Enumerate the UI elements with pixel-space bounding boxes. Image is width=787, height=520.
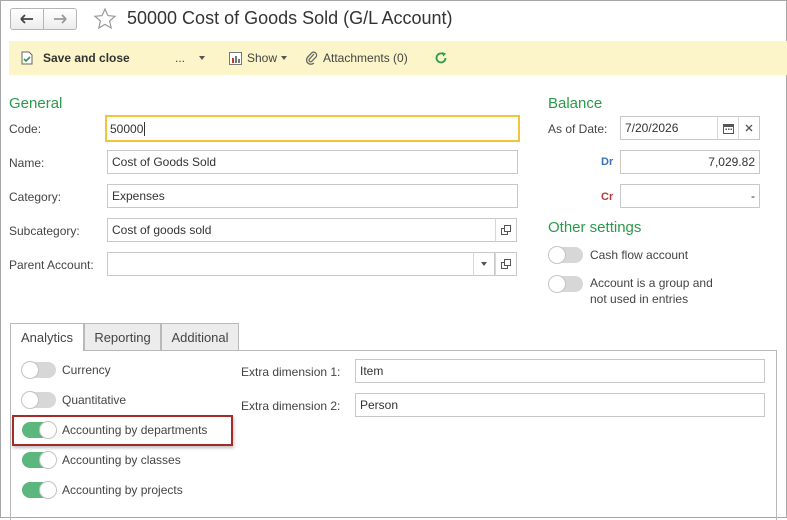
paperclip-icon (306, 51, 318, 65)
chevron-down-icon (199, 56, 206, 60)
accounting-by-classes-toggle[interactable] (22, 451, 57, 469)
as-of-date-input[interactable]: 7/20/2026 (620, 116, 718, 140)
chevron-down-icon (481, 262, 487, 266)
debit-label: Dr (601, 156, 614, 168)
report-chart-icon (229, 51, 242, 65)
cash-flow-toggle[interactable] (548, 246, 583, 264)
tab-analytics[interactable]: Analytics (10, 323, 84, 351)
extra-dimension-2-input[interactable]: Person (355, 393, 765, 417)
currency-toggle[interactable] (21, 361, 56, 379)
parent-account-label: Parent Account: (9, 258, 94, 272)
subcategory-label: Subcategory: (9, 224, 80, 238)
more-actions-button[interactable]: ... (175, 41, 206, 75)
arrow-right-icon (54, 14, 67, 24)
arrow-left-icon (20, 14, 33, 24)
debit-balance-field: 7,029.82 (620, 150, 760, 174)
toggle-knob (548, 275, 566, 293)
toggle-knob (21, 361, 39, 379)
open-window-icon (501, 225, 511, 235)
name-input[interactable]: Cost of Goods Sold (107, 150, 518, 174)
tab-additional[interactable]: Additional (161, 323, 239, 350)
name-value: Cost of Goods Sold (112, 155, 217, 169)
refresh-icon (435, 52, 447, 64)
extra-dimension-2-label: Extra dimension 2: (241, 399, 341, 413)
as-of-date-value: 7/20/2026 (625, 121, 679, 135)
close-icon (745, 124, 753, 132)
quantitative-label: Quantitative (62, 393, 127, 407)
toggle-knob (39, 481, 57, 499)
debit-balance-value: 7,029.82 (708, 155, 755, 169)
text-cursor (144, 121, 146, 136)
group-account-label-line2: not used in entries (590, 292, 689, 306)
more-actions-label: ... (175, 51, 186, 65)
form-window: 50000 Cost of Goods Sold (G/L Account) S… (0, 0, 787, 520)
save-and-close-label: Save and close (43, 51, 130, 65)
attachments-button[interactable]: Attachments (0) (306, 41, 408, 75)
calendar-button[interactable] (717, 116, 739, 140)
as-of-date-label: As of Date: (548, 122, 608, 136)
credit-balance-value: - (751, 189, 755, 203)
toggle-knob (39, 451, 57, 469)
forward-button[interactable] (43, 8, 77, 30)
balance-section-title: Balance (548, 95, 603, 112)
attachments-label: Attachments (0) (323, 51, 408, 65)
chevron-down-icon (281, 56, 288, 60)
parent-account-dropdown-button[interactable] (473, 252, 495, 276)
parent-account-open-button[interactable] (495, 252, 517, 276)
category-label: Category: (9, 190, 62, 204)
tab-reporting[interactable]: Reporting (84, 323, 161, 350)
extra-dimension-1-input[interactable]: Item (355, 359, 765, 383)
favorite-star-icon[interactable] (93, 7, 117, 34)
document-check-icon (21, 51, 33, 65)
show-label: Show (247, 51, 278, 65)
subcategory-input[interactable]: Cost of goods sold (107, 218, 496, 242)
accounting-by-classes-label: Accounting by classes (62, 453, 181, 467)
category-value: Expenses (112, 189, 165, 203)
credit-label: Cr (601, 191, 614, 203)
refresh-button[interactable] (434, 41, 448, 75)
accounting-by-projects-label: Accounting by projects (62, 483, 183, 497)
subcategory-value: Cost of goods sold (112, 223, 212, 237)
code-input[interactable]: 50000 (105, 115, 520, 142)
credit-balance-field: - (620, 184, 760, 208)
name-label: Name: (9, 156, 45, 170)
accounting-by-projects-toggle[interactable] (22, 481, 57, 499)
parent-account-input[interactable] (107, 252, 474, 276)
back-button[interactable] (10, 8, 44, 30)
extra-dimension-1-label: Extra dimension 1: (241, 365, 341, 379)
general-section-title: General (9, 95, 63, 112)
subcategory-open-button[interactable] (495, 218, 517, 242)
clear-date-button[interactable] (738, 116, 760, 140)
open-window-icon (501, 259, 511, 269)
toggle-knob (548, 246, 566, 264)
extra-dimension-2-value: Person (360, 398, 399, 412)
calendar-icon (722, 123, 734, 134)
save-and-close-button[interactable]: Save and close (21, 41, 130, 75)
page-title: 50000 Cost of Goods Sold (G/L Account) (127, 8, 453, 28)
extra-dimension-1-value: Item (360, 364, 384, 378)
currency-label: Currency (62, 363, 111, 377)
group-account-label-line1: Account is a group and (590, 276, 713, 290)
highlight-frame (12, 415, 233, 446)
quantitative-toggle[interactable] (21, 391, 56, 409)
code-value: 50000 (110, 121, 144, 136)
command-bar: Save and close ... Show Attachments (0) (9, 41, 787, 75)
toggle-knob (21, 391, 39, 409)
show-button[interactable]: Show (229, 41, 288, 75)
cash-flow-label: Cash flow account (590, 248, 689, 262)
other-settings-section-title: Other settings (548, 219, 642, 236)
group-account-toggle[interactable] (548, 275, 583, 293)
code-label: Code: (9, 122, 42, 136)
category-input[interactable]: Expenses (107, 184, 518, 208)
